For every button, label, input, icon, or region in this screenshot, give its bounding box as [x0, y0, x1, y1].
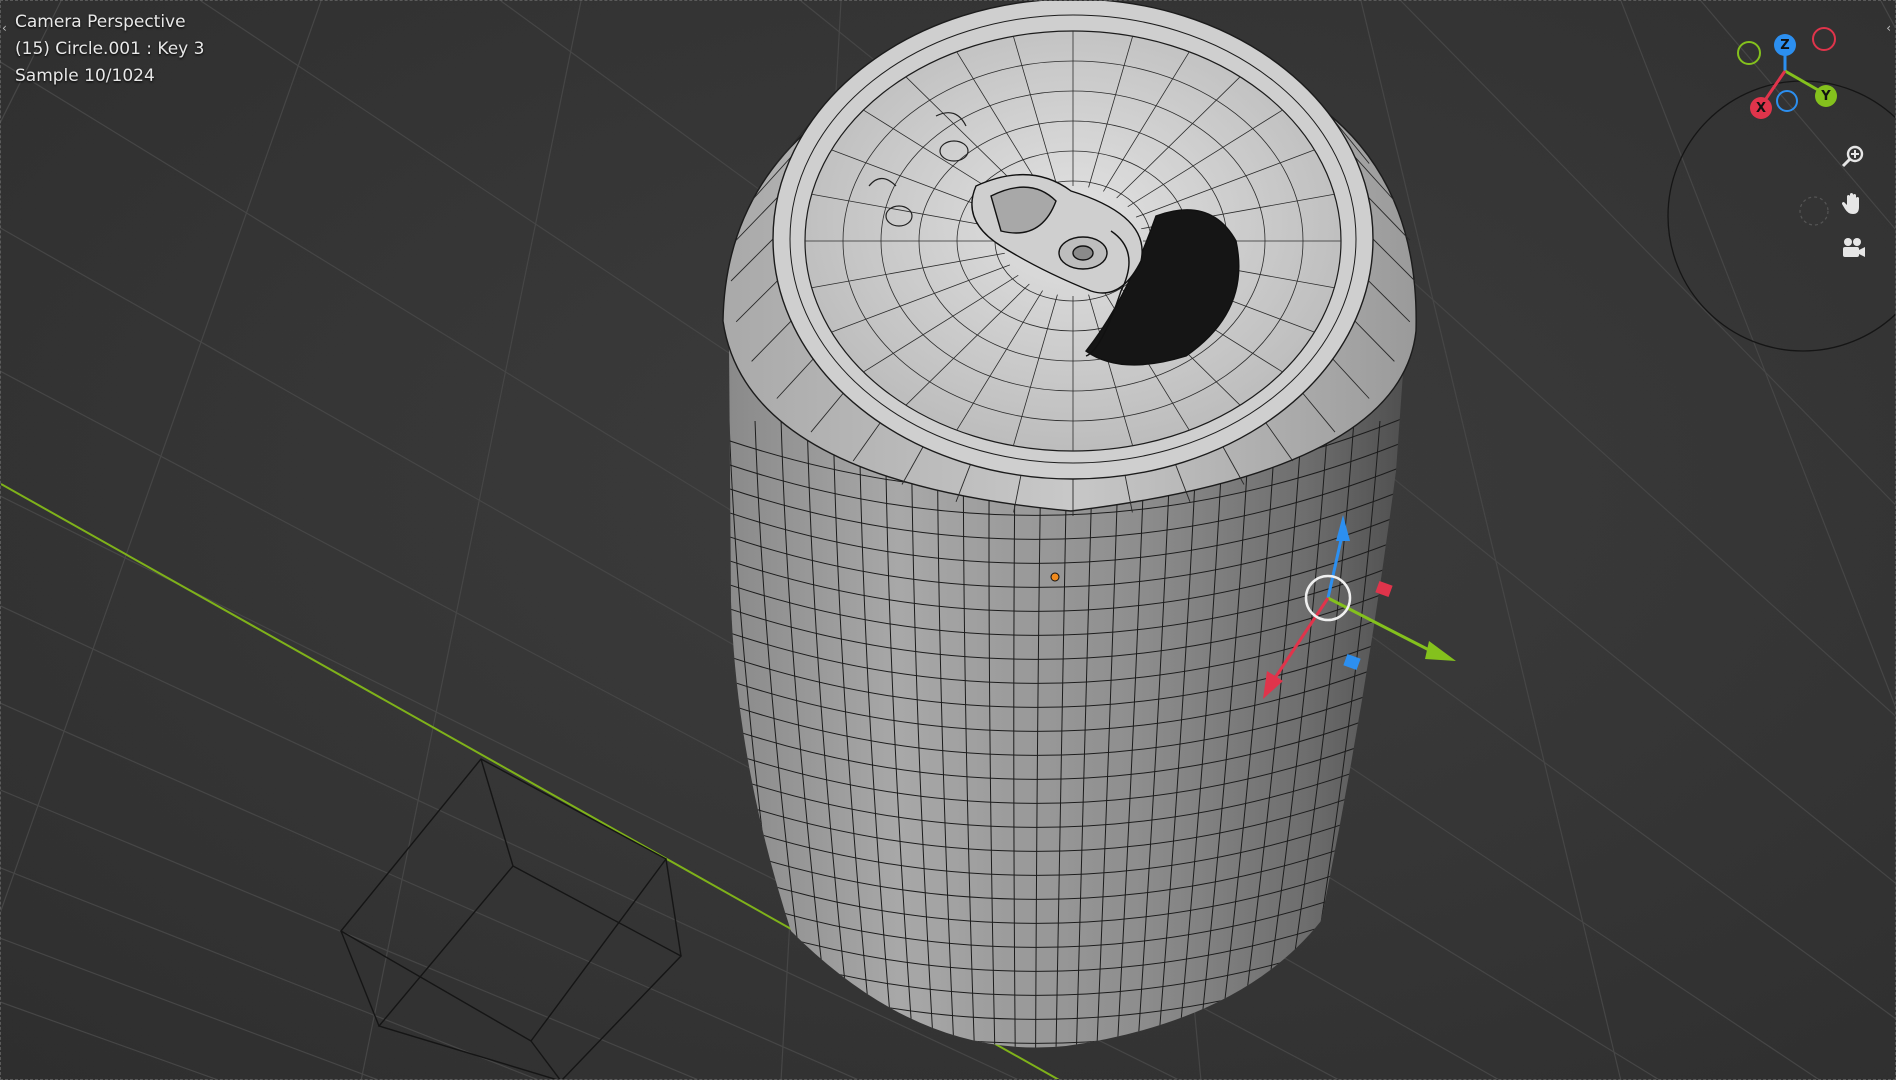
zoom-icon[interactable]	[1835, 139, 1871, 175]
z-axis-ball[interactable]: Z	[1774, 34, 1796, 56]
viewport-info-overlay: Camera Perspective (15) Circle.001 : Key…	[15, 9, 204, 90]
wireframe-cube[interactable]	[339, 758, 683, 1080]
3d-viewport[interactable]: Camera Perspective (15) Circle.001 : Key…	[0, 0, 1896, 1080]
navigation-gizmo[interactable]: Z Y X	[1665, 1, 1895, 361]
camera-view-icon[interactable]	[1835, 231, 1871, 267]
soda-can-mesh[interactable]	[701, 1, 1421, 1051]
scene-canvas[interactable]	[1, 1, 1896, 1080]
object-origin[interactable]	[1050, 572, 1060, 582]
hand-pan-icon[interactable]	[1835, 185, 1871, 221]
render-sample-label: Sample 10/1024	[15, 66, 155, 86]
x-axis-ball[interactable]: X	[1750, 97, 1772, 119]
y-axis-ball[interactable]: Y	[1815, 85, 1837, 107]
collapse-left-arrow-icon[interactable]: ‹	[2, 21, 7, 35]
view-name-label: Camera Perspective	[15, 12, 186, 32]
object-info-label: (15) Circle.001 : Key 3	[15, 39, 205, 59]
